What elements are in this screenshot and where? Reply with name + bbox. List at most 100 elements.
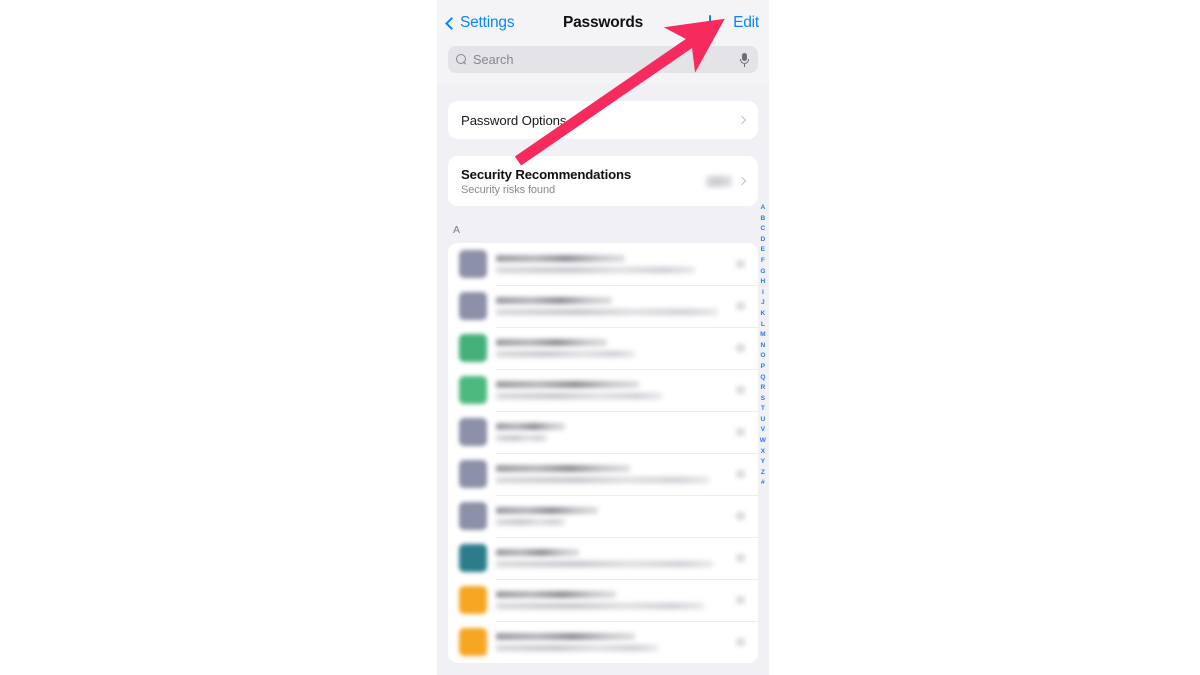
password-list-item[interactable] — [448, 411, 758, 453]
password-item-title-redacted — [496, 549, 580, 556]
security-recommendations-card: Security Recommendations Security risks … — [448, 156, 758, 206]
alphabet-index-letter[interactable]: I — [762, 288, 764, 299]
site-favicon — [459, 628, 487, 656]
password-list-item[interactable] — [448, 621, 758, 663]
search-placeholder: Search — [473, 52, 514, 67]
password-item-text — [496, 297, 727, 315]
magnifier-icon — [456, 54, 467, 65]
security-recommendations-row[interactable]: Security Recommendations Security risks … — [448, 156, 758, 206]
security-recommendations-subtitle: Security risks found — [461, 183, 555, 196]
alphabet-index-letter[interactable]: S — [761, 394, 765, 405]
chevron-right-icon — [736, 596, 745, 604]
password-list-item[interactable] — [448, 579, 758, 621]
security-text-group: Security Recommendations Security risks … — [461, 167, 706, 196]
alphabet-index-letter[interactable]: # — [761, 478, 765, 489]
site-favicon — [459, 502, 487, 530]
password-item-text — [496, 549, 727, 567]
alphabet-index-letter[interactable]: W — [760, 436, 766, 447]
password-list-item[interactable] — [448, 495, 758, 537]
password-item-username-redacted — [496, 561, 714, 567]
microphone-icon[interactable] — [739, 52, 750, 67]
password-item-text — [496, 255, 727, 273]
password-item-title-redacted — [496, 507, 598, 514]
alphabet-index-letter[interactable]: V — [761, 425, 765, 436]
password-list-item[interactable] — [448, 285, 758, 327]
alphabet-index-letter[interactable]: U — [761, 415, 766, 426]
alphabet-index-letter[interactable]: Y — [761, 457, 765, 468]
alphabet-index-letter[interactable]: A — [761, 203, 766, 214]
password-item-username-redacted — [496, 393, 663, 399]
password-item-username-redacted — [496, 435, 547, 441]
alphabet-index-letter[interactable]: T — [761, 404, 765, 415]
password-item-text — [496, 381, 727, 399]
password-item-text — [496, 591, 727, 609]
alphabet-index-letter[interactable]: R — [761, 383, 766, 394]
alphabet-index-letter[interactable]: F — [761, 256, 765, 267]
site-favicon — [459, 334, 487, 362]
alphabet-index-letter[interactable]: B — [761, 214, 766, 225]
alphabet-index-letter[interactable]: Q — [760, 373, 765, 384]
alphabet-index-letter[interactable]: M — [760, 330, 766, 341]
alphabet-index-letter[interactable]: N — [761, 341, 766, 352]
password-item-username-redacted — [496, 645, 658, 651]
password-item-username-redacted — [496, 267, 695, 273]
alphabet-index-letter[interactable]: X — [761, 447, 765, 458]
status-badge — [706, 175, 732, 187]
password-item-username-redacted — [496, 603, 704, 609]
alphabet-index-letter[interactable]: H — [761, 277, 766, 288]
password-list-item[interactable] — [448, 453, 758, 495]
password-item-title-redacted — [496, 465, 630, 472]
search-input[interactable]: Search — [448, 46, 758, 73]
chevron-right-icon — [736, 470, 745, 478]
screenshot-canvas: Settings Passwords Edit Search Password … — [0, 0, 1200, 675]
site-favicon — [459, 376, 487, 404]
password-item-title-redacted — [496, 297, 612, 304]
password-options-card: Password Options — [448, 101, 758, 139]
site-favicon — [459, 418, 487, 446]
chevron-right-icon — [736, 302, 745, 310]
password-list-item[interactable] — [448, 537, 758, 579]
alphabet-index-letter[interactable]: O — [760, 351, 765, 362]
password-item-username-redacted — [496, 351, 635, 357]
alphabet-index[interactable]: A B C D E F G H I J K L M N O P Q R S T U V W X Y Z # — [760, 203, 766, 489]
password-item-text — [496, 423, 727, 441]
password-item-title-redacted — [496, 423, 566, 430]
password-item-username-redacted — [496, 477, 709, 483]
edit-button[interactable]: Edit — [733, 14, 759, 32]
password-list-item[interactable] — [448, 243, 758, 285]
alphabet-index-letter[interactable]: Z — [761, 468, 765, 479]
password-options-row[interactable]: Password Options — [448, 101, 758, 139]
alphabet-index-letter[interactable]: G — [760, 267, 765, 278]
alphabet-index-letter[interactable]: P — [761, 362, 765, 373]
site-favicon — [459, 250, 487, 278]
password-list-item[interactable] — [448, 327, 758, 369]
settings-list: Password Options Security Recommendation… — [437, 84, 769, 663]
password-item-text — [496, 339, 727, 357]
alphabet-index-letter[interactable]: C — [761, 224, 766, 235]
chevron-right-icon — [736, 428, 745, 436]
password-item-username-redacted — [496, 309, 718, 315]
password-list-item[interactable] — [448, 369, 758, 411]
chevron-right-icon — [736, 386, 745, 394]
password-item-text — [496, 507, 727, 525]
alphabet-index-letter[interactable]: L — [761, 320, 765, 331]
password-item-title-redacted — [496, 339, 607, 346]
password-item-title-redacted — [496, 255, 626, 262]
alphabet-index-letter[interactable]: J — [761, 298, 765, 309]
alphabet-index-letter[interactable]: D — [761, 235, 766, 246]
phone-screen: Settings Passwords Edit Search Password … — [437, 0, 769, 675]
plus-icon[interactable] — [702, 14, 720, 32]
navigation-bar: Settings Passwords Edit — [437, 0, 769, 46]
site-favicon — [459, 460, 487, 488]
alphabet-index-letter[interactable]: E — [761, 245, 765, 256]
password-item-title-redacted — [496, 591, 617, 598]
section-header-a: A — [453, 224, 461, 236]
navbar-actions: Edit — [702, 14, 759, 32]
search-container: Search — [437, 46, 769, 84]
password-item-username-redacted — [496, 519, 566, 525]
alphabet-index-letter[interactable]: K — [761, 309, 766, 320]
chevron-right-icon — [736, 344, 745, 352]
chevron-right-icon — [736, 638, 745, 646]
password-item-text — [496, 465, 727, 483]
